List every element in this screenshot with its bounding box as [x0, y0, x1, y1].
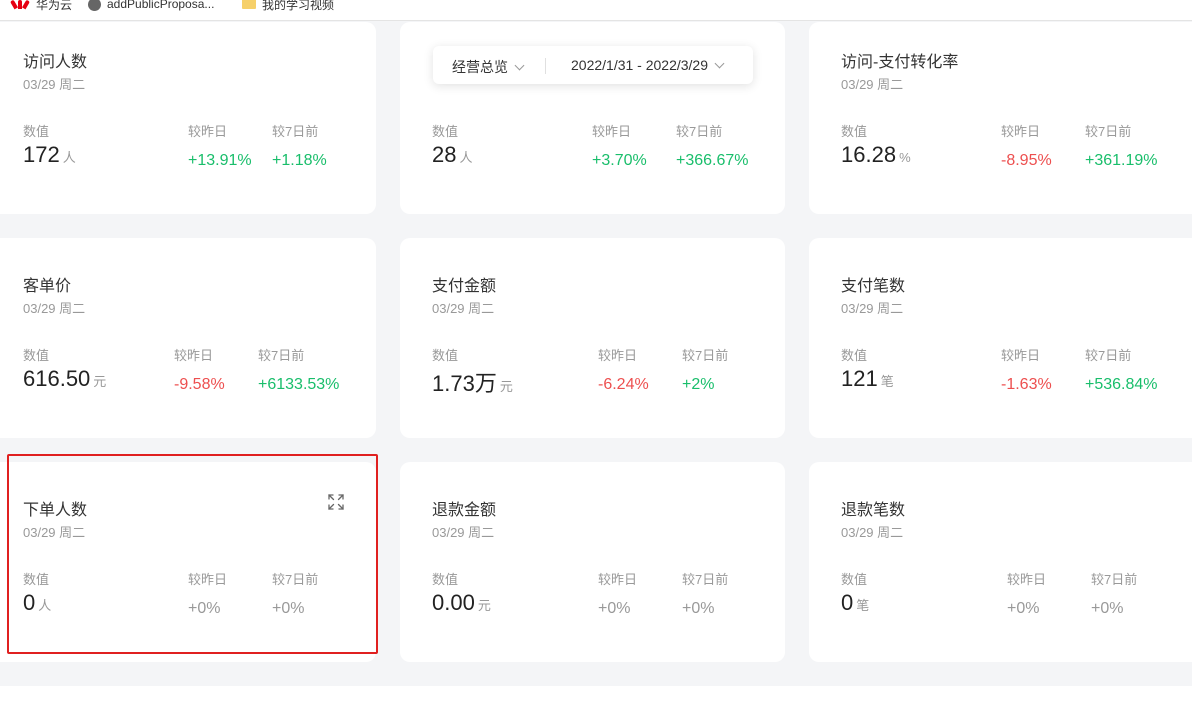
date-range-text: 2022/1/31 - 2022/3/29	[571, 57, 709, 73]
metric-value: 28 人	[432, 142, 473, 167]
card-date: 03/29 周二	[841, 301, 904, 316]
vs-yesterday-change: +3.70%	[592, 152, 647, 169]
vs-yesterday-change: -1.63%	[1001, 376, 1052, 393]
metric-value: 0.00 元	[432, 590, 491, 615]
card-date: 03/29 周二	[841, 77, 904, 92]
value-label: 数值	[23, 348, 50, 363]
vs-yesterday-label: 较昨日	[598, 572, 638, 587]
metric-value: 616.50 元	[23, 366, 107, 391]
divider	[545, 58, 546, 74]
overview-select[interactable]: 经营总览	[452, 57, 525, 77]
metric-card-payment-count: 支付笔数 03/29 周二 数值 较昨日 较7日前 121 笔 -1.63% +5…	[809, 238, 1192, 438]
vs-yesterday-change: -9.58%	[174, 376, 225, 393]
vs-7days-label: 较7日前	[272, 124, 319, 139]
vs-yesterday-label: 较昨日	[188, 572, 228, 587]
vs-yesterday-change: +13.91%	[188, 152, 252, 169]
value-label: 数值	[841, 572, 868, 587]
card-title: 退款金额	[432, 502, 497, 519]
value-label: 数值	[432, 124, 459, 139]
card-title: 下单人数	[23, 502, 88, 519]
value-label: 数值	[432, 572, 459, 587]
bookmark-label: 我的学习视频	[262, 0, 335, 12]
value-label: 数值	[841, 348, 868, 363]
card-title: 客单价	[23, 278, 72, 295]
metric-card-refund-amount: 退款金额 03/29 周二 数值 较昨日 较7日前 0.00 元 +0% +0%	[400, 462, 785, 662]
card-date: 03/29 周二	[432, 525, 495, 540]
card-date: 03/29 周二	[23, 77, 86, 92]
bookmark-label: 华为云	[36, 0, 73, 12]
vs-yesterday-change: +0%	[598, 600, 631, 617]
metric-card-order-users[interactable]: 下单人数 03/29 周二 数值 较昨日 较7日前 0人 +0% +0%	[0, 462, 376, 662]
vs-yesterday-change: -8.95%	[1001, 152, 1052, 169]
vs-7days-change: +6133.53%	[258, 376, 340, 393]
bookmark-videos[interactable]: 我的学习视频	[242, 0, 334, 14]
vs-7days-label: 较7日前	[258, 348, 305, 363]
vs-yesterday-change: -6.24%	[598, 376, 649, 393]
value-label: 数值	[432, 348, 459, 363]
metric-card-avg-order-value: 客单价 03/29 周二 数值 较昨日 较7日前 616.50 元 -9.58% …	[0, 238, 376, 438]
metric-value: 172 人	[23, 142, 76, 167]
vs-7days-label: 较7日前	[676, 124, 723, 139]
vs-7days-change: +1.18%	[272, 152, 327, 169]
vs-7days-change: +2%	[682, 376, 715, 393]
card-date: 03/29 周二	[841, 525, 904, 540]
vs-7days-label: 较7日前	[682, 572, 729, 587]
bookmark-huawei[interactable]: 华为云	[10, 0, 72, 14]
vs-7days-change: +0%	[1091, 600, 1124, 617]
folder-icon	[242, 0, 256, 9]
overview-select-label: 经营总览	[452, 59, 508, 75]
vs-yesterday-label: 较昨日	[1001, 348, 1041, 363]
bookmark-proposal[interactable]: addPublicProposa...	[88, 0, 214, 14]
card-title: 访问人数	[23, 54, 88, 71]
bottom-strip	[0, 686, 1192, 702]
vs-7days-change: +361.19%	[1085, 152, 1158, 169]
card-date: 03/29 周二	[432, 301, 495, 316]
date-range-picker[interactable]: 2022/1/31 - 2022/3/29	[571, 57, 725, 73]
chevron-down-icon	[714, 58, 725, 69]
vs-yesterday-label: 较昨日	[1001, 124, 1041, 139]
vs-7days-change: +0%	[682, 600, 715, 617]
value-label: 数值	[23, 124, 50, 139]
card-title: 访问-支付转化率	[841, 54, 959, 71]
metric-value: 1.73万元	[432, 371, 513, 396]
vs-yesterday-label: 较昨日	[592, 124, 632, 139]
vs-7days-label: 较7日前	[272, 572, 319, 587]
vs-7days-change: +0%	[272, 600, 305, 617]
vs-yesterday-label: 较昨日	[1007, 572, 1047, 587]
vs-7days-change: +536.84%	[1085, 376, 1158, 393]
vs-7days-change: +366.67%	[676, 152, 749, 169]
metric-card-conversion-rate: 访问-支付转化率 03/29 周二 数值 较昨日 较7日前 16.28% -8.…	[809, 22, 1192, 214]
vs-yesterday-label: 较昨日	[174, 348, 214, 363]
fullscreen-icon[interactable]	[327, 493, 345, 511]
metric-value: 121 笔	[841, 366, 894, 391]
card-title: 退款笔数	[841, 502, 906, 519]
filter-bar: 经营总览 2022/1/31 - 2022/3/29	[433, 46, 753, 84]
vs-yesterday-label: 较昨日	[188, 124, 228, 139]
vs-7days-label: 较7日前	[1085, 348, 1132, 363]
bookmark-label: addPublicProposa...	[107, 0, 215, 11]
vs-7days-label: 较7日前	[1091, 572, 1138, 587]
metric-card-refund-count: 退款笔数 03/29 周二 数值 较昨日 较7日前 0笔 +0% +0%	[809, 462, 1192, 662]
metric-value: 0笔	[841, 590, 870, 615]
value-label: 数值	[23, 572, 50, 587]
vs-yesterday-label: 较昨日	[598, 348, 638, 363]
metric-value: 16.28%	[841, 142, 911, 167]
globe-icon	[88, 0, 101, 11]
value-label: 数值	[841, 124, 868, 139]
metric-value: 0人	[23, 590, 52, 615]
card-date: 03/29 周二	[23, 525, 86, 540]
vs-7days-label: 较7日前	[1085, 124, 1132, 139]
metric-card-payment-amount: 支付金额 03/29 周二 数值 较昨日 较7日前 1.73万元 -6.24% …	[400, 238, 785, 438]
chevron-down-icon	[514, 60, 525, 71]
card-date: 03/29 周二	[23, 301, 86, 316]
vs-yesterday-change: +0%	[1007, 600, 1040, 617]
card-title: 支付金额	[432, 278, 497, 295]
vs-yesterday-change: +0%	[188, 600, 221, 617]
huawei-icon	[10, 0, 30, 10]
metric-card-visitors: 访问人数 03/29 周二 数值 较昨日 较7日前 172 人 +13.91% +…	[0, 22, 376, 214]
card-title: 支付笔数	[841, 278, 906, 295]
bookmarks-bar: 华为云 addPublicProposa... 我的学习视频	[0, 0, 1192, 21]
vs-7days-label: 较7日前	[682, 348, 729, 363]
